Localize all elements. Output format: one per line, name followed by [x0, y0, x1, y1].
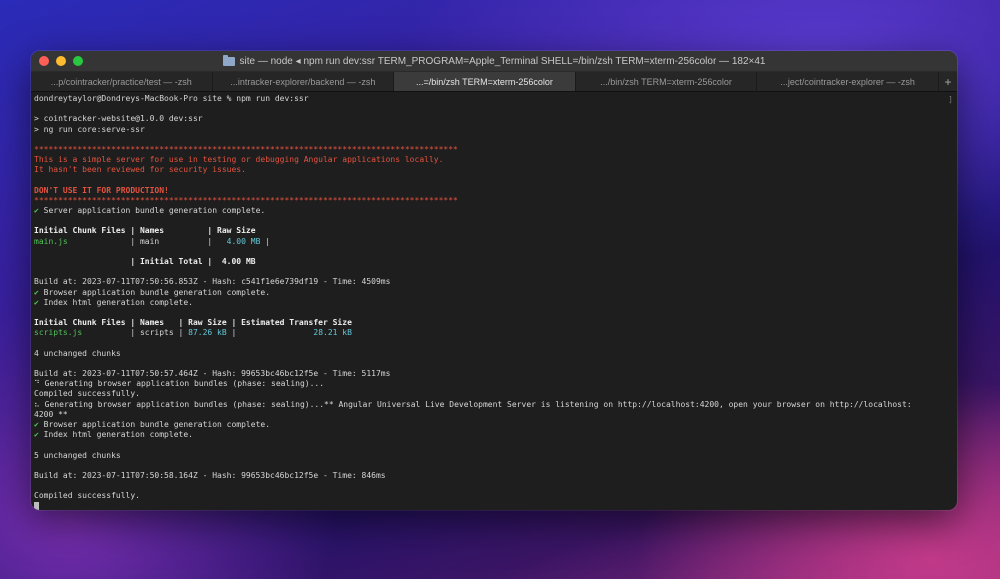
- total-label: Initial Total: [139, 257, 203, 266]
- zoom-button[interactable]: [73, 56, 83, 66]
- table-cell: |: [202, 257, 222, 266]
- prompt-line: dondreytaylor@Dondreys-MacBook-Pro site …: [34, 94, 309, 103]
- output-line: 5 unchanged chunks: [34, 450, 121, 460]
- total-value: 4.00 MB: [221, 257, 256, 266]
- output-line: > ng run core:serve-ssr: [34, 124, 145, 134]
- table-cell: |: [226, 328, 314, 338]
- transfer-size: 28.21 kB: [313, 328, 352, 338]
- window-controls: [39, 56, 83, 66]
- table-header: Initial Chunk Files | Names | Raw Size: [34, 226, 256, 236]
- build-line: Build at: 2023-07-11T07:50:56.853Z - Has…: [34, 277, 391, 287]
- table-cell: | main |: [67, 236, 218, 246]
- success-text: Server application bundle generation com…: [38, 206, 266, 216]
- tab-bar: ...p/cointracker/practice/test — -zsh ..…: [31, 72, 957, 92]
- warning-stars: ****************************************…: [34, 195, 458, 205]
- build-line: Build at: 2023-07-11T07:50:57.464Z - Has…: [34, 369, 391, 379]
- chunk-file: main.js: [34, 236, 68, 246]
- table-row: main.js | main | 4.00 MB |: [34, 237, 954, 247]
- warning-stars: ****************************************…: [34, 144, 458, 154]
- text-cursor: [34, 501, 39, 510]
- close-button[interactable]: [39, 56, 49, 66]
- output-line: 4 unchanged chunks: [34, 348, 121, 358]
- success-text: Index html generation complete.: [38, 297, 193, 307]
- progress-line: ⠙ Generating browser application bundles…: [34, 379, 325, 389]
- chunk-file: scripts.js: [34, 328, 83, 338]
- success-line: ✔ Index html generation complete.: [34, 298, 954, 308]
- tab-1-label: ...p/cointracker/practice/test — -zsh: [50, 76, 192, 87]
- success-line: ✔ Browser application bundle generation …: [34, 288, 954, 298]
- success-line: ✔ Server application bundle generation c…: [34, 206, 954, 216]
- success-text: Browser application bundle generation co…: [38, 287, 271, 297]
- tab-2-label: ...intracker-explorer/backend — -zsh: [230, 76, 376, 87]
- terminal-output[interactable]: ] dondreytaylor@Dondreys-MacBook-Pro sit…: [31, 92, 957, 510]
- output-line: Compiled successfully.: [34, 491, 140, 501]
- warning-line: It hasn't been reviewed for security iss…: [34, 165, 246, 175]
- tab-5[interactable]: ...ject/cointracker-explorer — -zsh: [757, 72, 939, 91]
- table-cell: |: [260, 236, 271, 246]
- success-line: ✔ Browser application bundle generation …: [34, 420, 954, 430]
- terminal-window: site — node ◂ npm run dev:ssr TERM_PROGR…: [31, 51, 957, 510]
- tab-2[interactable]: ...intracker-explorer/backend — -zsh: [213, 72, 395, 91]
- table-total-row: | Initial Total | 4.00 MB: [34, 257, 954, 267]
- warning-line: DON'T USE IT FOR PRODUCTION!: [34, 185, 169, 195]
- success-line: ✔ Index html generation complete.: [34, 430, 954, 440]
- cursor-line[interactable]: [34, 501, 954, 510]
- warning-line: This is a simple server for use in testi…: [34, 155, 444, 165]
- output-line: 4200 **: [34, 409, 68, 419]
- table-cell: | scripts |: [82, 328, 189, 338]
- tab-4[interactable]: .../bin/zsh TERM=xterm-256color: [576, 72, 758, 91]
- success-text: Browser application bundle generation co…: [38, 420, 271, 429]
- table-row: scripts.js | scripts | 87.26 kB | 28.21 …: [34, 328, 954, 338]
- scroll-marker: ]: [948, 95, 953, 104]
- window-title: site — node ◂ npm run dev:ssr TERM_PROGR…: [239, 55, 766, 67]
- tab-4-label: .../bin/zsh TERM=xterm-256color: [600, 76, 732, 87]
- new-tab-button[interactable]: +: [939, 72, 957, 91]
- success-text: Index html generation complete.: [38, 430, 193, 440]
- output-line: Compiled successfully.: [34, 389, 140, 399]
- table-header: Initial Chunk Files | Names | Raw Size |…: [34, 318, 352, 328]
- progress-line: ⠦ Generating browser application bundles…: [34, 399, 912, 409]
- minimize-button[interactable]: [56, 56, 66, 66]
- tab-1[interactable]: ...p/cointracker/practice/test — -zsh: [31, 72, 213, 91]
- output-line: > cointracker-website@1.0.0 dev:ssr: [34, 114, 203, 124]
- raw-size: 4.00 MB: [217, 236, 261, 246]
- raw-size: 87.26 kB: [188, 328, 227, 338]
- tab-3-label: ...=/bin/zsh TERM=xterm-256color: [416, 76, 553, 87]
- table-cell: |: [34, 257, 140, 266]
- build-line: Build at: 2023-07-11T07:50:58.164Z - Has…: [34, 470, 386, 480]
- title-bar[interactable]: site — node ◂ npm run dev:ssr TERM_PROGR…: [31, 51, 957, 72]
- tab-3-active[interactable]: ...=/bin/zsh TERM=xterm-256color: [394, 72, 576, 91]
- folder-icon: [222, 54, 235, 66]
- tab-5-label: ...ject/cointracker-explorer — -zsh: [780, 76, 915, 87]
- window-title-group: site — node ◂ npm run dev:ssr TERM_PROGR…: [222, 54, 766, 67]
